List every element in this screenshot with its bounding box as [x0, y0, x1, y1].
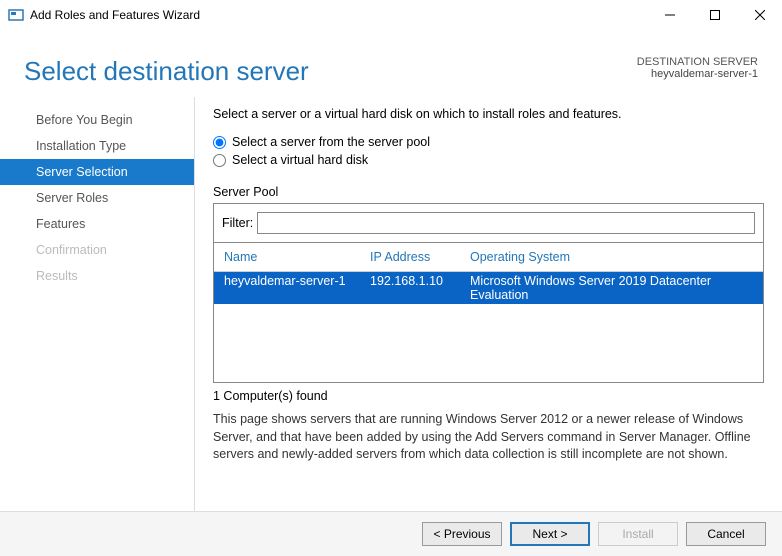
button-bar: < Previous Next > Install Cancel: [0, 511, 782, 556]
window-title: Add Roles and Features Wizard: [30, 8, 200, 22]
computer-count: 1 Computer(s) found: [213, 389, 764, 403]
cancel-button[interactable]: Cancel: [686, 522, 766, 546]
main-panel: Select a server or a virtual hard disk o…: [195, 97, 782, 511]
destination-server: heyvaldemar-server-1: [637, 68, 758, 80]
previous-button[interactable]: < Previous: [422, 522, 502, 546]
filter-label: Filter:: [222, 216, 253, 230]
close-button[interactable]: [737, 0, 782, 30]
sidebar-item-server-selection[interactable]: Server Selection: [0, 159, 194, 185]
wizard-steps-sidebar: Before You Begin Installation Type Serve…: [0, 97, 195, 511]
instruction-text: Select a server or a virtual hard disk o…: [213, 107, 764, 121]
sidebar-item-features[interactable]: Features: [0, 211, 194, 237]
server-table-header: Name IP Address Operating System: [214, 243, 763, 272]
header: Select destination server DESTINATION SE…: [0, 30, 782, 97]
radio-input-vhd[interactable]: [213, 154, 226, 167]
window-controls: [647, 0, 782, 30]
help-text: This page shows servers that are running…: [213, 411, 764, 464]
radio-input-pool[interactable]: [213, 136, 226, 149]
filter-input[interactable]: [257, 212, 755, 234]
next-button[interactable]: Next >: [510, 522, 590, 546]
server-row[interactable]: heyvaldemar-server-1 192.168.1.10 Micros…: [214, 272, 763, 304]
column-header-os[interactable]: Operating System: [470, 250, 757, 264]
sidebar-item-server-roles[interactable]: Server Roles: [0, 185, 194, 211]
server-pool-label: Server Pool: [213, 185, 764, 199]
filter-row: Filter:: [214, 204, 763, 243]
titlebar: Add Roles and Features Wizard: [0, 0, 782, 30]
radio-select-server-pool[interactable]: Select a server from the server pool: [213, 135, 764, 149]
destination-label: DESTINATION SERVER heyvaldemar-server-1: [637, 56, 758, 80]
page-title: Select destination server: [24, 56, 309, 87]
sidebar-item-confirmation: Confirmation: [0, 237, 194, 263]
server-row-ip: 192.168.1.10: [370, 274, 470, 302]
sidebar-item-installation-type[interactable]: Installation Type: [0, 133, 194, 159]
column-header-name[interactable]: Name: [220, 250, 370, 264]
content: Before You Begin Installation Type Serve…: [0, 97, 782, 511]
minimize-button[interactable]: [647, 0, 692, 30]
radio-select-vhd[interactable]: Select a virtual hard disk: [213, 153, 764, 167]
server-pool-box: Filter: Name IP Address Operating System…: [213, 203, 764, 383]
server-row-os: Microsoft Windows Server 2019 Datacenter…: [470, 274, 757, 302]
radio-label-pool: Select a server from the server pool: [232, 135, 430, 149]
server-table-body: heyvaldemar-server-1 192.168.1.10 Micros…: [214, 272, 763, 382]
app-icon: [8, 7, 24, 23]
maximize-button[interactable]: [692, 0, 737, 30]
server-row-name: heyvaldemar-server-1: [220, 274, 370, 302]
sidebar-item-before-you-begin[interactable]: Before You Begin: [0, 107, 194, 133]
destination-heading: DESTINATION SERVER: [637, 56, 758, 68]
sidebar-item-results: Results: [0, 263, 194, 289]
radio-label-vhd: Select a virtual hard disk: [232, 153, 368, 167]
column-header-ip[interactable]: IP Address: [370, 250, 470, 264]
install-button: Install: [598, 522, 678, 546]
